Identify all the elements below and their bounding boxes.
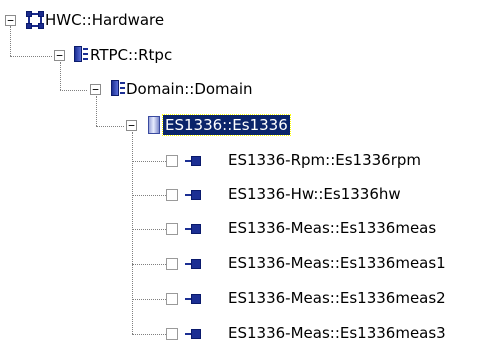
signal-port-icon bbox=[185, 156, 201, 166]
node-checkbox[interactable] bbox=[166, 189, 178, 201]
collapse-toggle[interactable]: − bbox=[54, 50, 65, 61]
tree-node-label[interactable]: ES1336-Meas::Es1336meas bbox=[228, 218, 436, 238]
tree-connector bbox=[96, 96, 97, 126]
tree-connector bbox=[132, 195, 166, 196]
tree-connector bbox=[132, 132, 133, 334]
tree-node-label[interactable]: ES1336-Rpm::Es1336rpm bbox=[228, 150, 421, 170]
signal-port-icon bbox=[185, 329, 201, 339]
tree-connector bbox=[132, 299, 166, 300]
tree-connector bbox=[132, 161, 166, 162]
domain-module-icon bbox=[111, 80, 125, 96]
tree-node-label[interactable]: ES1336-Meas::Es1336meas1 bbox=[228, 253, 446, 273]
node-checkbox[interactable] bbox=[166, 258, 178, 270]
node-checkbox[interactable] bbox=[166, 223, 178, 235]
tree-connector bbox=[10, 26, 11, 56]
node-checkbox[interactable] bbox=[166, 328, 178, 340]
signal-port-icon bbox=[185, 190, 201, 200]
rtpc-module-icon bbox=[74, 46, 88, 62]
hardware-tree: − HWC::Hardware − RTPC::Rtpc − Domain::D… bbox=[0, 0, 496, 345]
tree-node-label[interactable]: Domain::Domain bbox=[126, 79, 253, 99]
signal-port-icon bbox=[185, 259, 201, 269]
tree-connector bbox=[60, 62, 61, 90]
collapse-toggle[interactable]: − bbox=[126, 120, 137, 131]
signal-port-icon bbox=[185, 224, 201, 234]
hardware-icon bbox=[26, 11, 44, 29]
collapse-toggle[interactable]: − bbox=[5, 15, 16, 26]
tree-connector bbox=[132, 264, 166, 265]
tree-node-label[interactable]: ES1336-Hw::Es1336hw bbox=[228, 184, 401, 204]
device-icon bbox=[148, 116, 160, 134]
tree-connector bbox=[132, 229, 166, 230]
collapse-toggle[interactable]: − bbox=[90, 84, 101, 95]
tree-node-label[interactable]: HWC::Hardware bbox=[45, 10, 164, 30]
tree-connector bbox=[60, 90, 87, 91]
tree-node-label[interactable]: RTPC::Rtpc bbox=[90, 45, 172, 65]
node-checkbox[interactable] bbox=[166, 293, 178, 305]
node-checkbox[interactable] bbox=[166, 155, 178, 167]
tree-connector bbox=[132, 334, 166, 335]
tree-node-label[interactable]: ES1336-Meas::Es1336meas3 bbox=[228, 323, 446, 343]
tree-node-label-selected[interactable]: ES1336::Es1336 bbox=[162, 114, 291, 136]
tree-connector bbox=[10, 56, 52, 57]
signal-port-icon bbox=[185, 294, 201, 304]
tree-node-label[interactable]: ES1336-Meas::Es1336meas2 bbox=[228, 288, 446, 308]
tree-connector bbox=[96, 126, 124, 127]
